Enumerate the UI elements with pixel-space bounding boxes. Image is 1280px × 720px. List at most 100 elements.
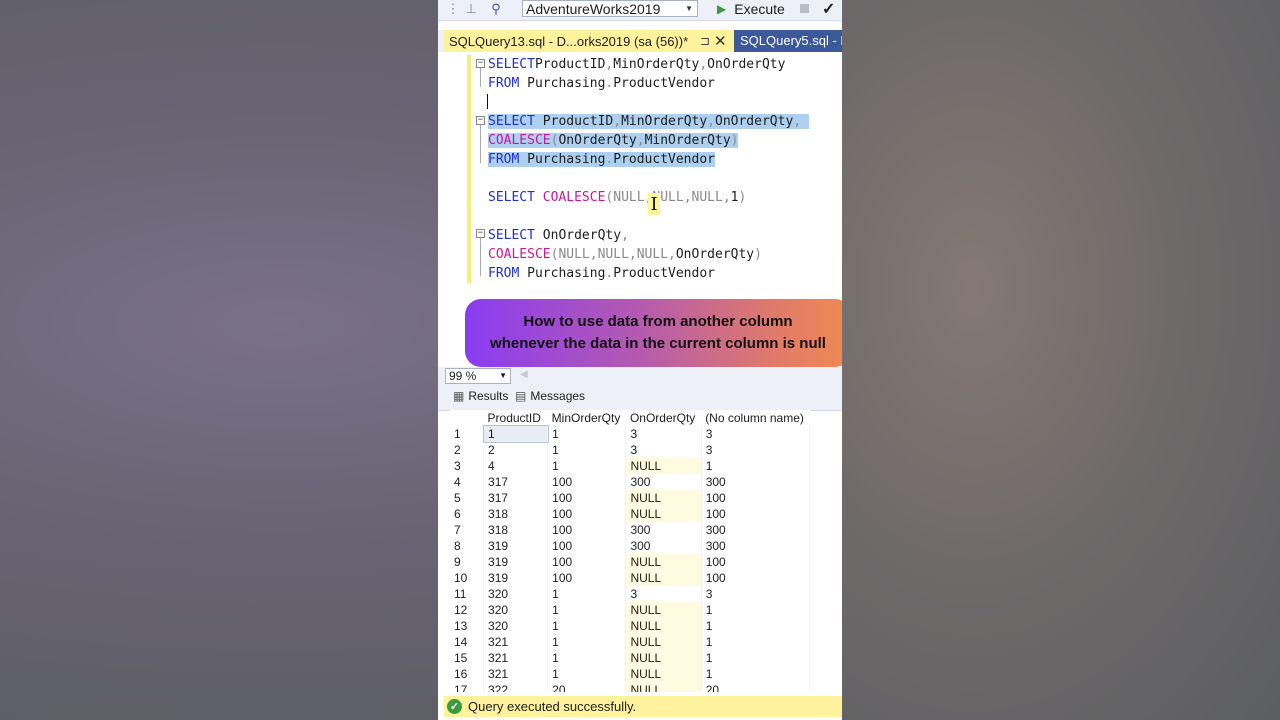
grid-cell[interactable]: 3 [701,586,810,602]
grid-cell[interactable]: 3 [701,426,810,442]
table-row[interactable]: 22133 [450,442,810,458]
grid-cell[interactable]: NULL [625,666,702,682]
grid-cell[interactable]: 100 [547,538,627,554]
scroll-left-icon[interactable]: ◀ [520,369,528,380]
grid-cell[interactable]: NULL [625,650,702,666]
grid-cell[interactable]: 1 [701,618,810,634]
grid-cell[interactable]: 321 [483,666,549,682]
grid-cell[interactable]: NULL [625,458,702,474]
row-number-cell[interactable]: 1 [450,426,485,442]
table-row[interactable]: 10 319 100 NULL 100 [450,570,810,586]
grid-cell[interactable]: 3 [625,426,702,442]
grid-cell[interactable]: 317 [483,474,549,490]
row-number-cell[interactable]: 5 [450,490,485,506]
tab-sqlquery5[interactable]: SQLQuery5.sql - D [734,30,842,52]
grid-cell[interactable]: 318 [483,506,549,522]
grid-cell[interactable]: 321 [483,650,549,666]
code-line[interactable]: SELECT COALESCE(NULL,NULL,NULL,1) [488,188,746,207]
grid-cell[interactable]: NULL [625,490,702,506]
table-row[interactable]: 11 320 1 3 3 [450,586,810,602]
grid-cell[interactable]: 1 [701,458,810,474]
grid-cell[interactable]: NULL [625,602,702,618]
grid-cell[interactable]: NULL [625,618,702,634]
table-row[interactable]: 14 321 1 NULL 1 [450,634,810,650]
table-row[interactable]: 3 4 1 NULL 1 [450,458,810,474]
grid-cell[interactable]: 3 [625,586,702,602]
grid-cell[interactable]: 322 [483,682,549,692]
code-line[interactable]: SELECT OnOrderQty, [488,226,629,245]
pin-icon[interactable]: ⊐ [700,30,710,53]
row-number-cell[interactable]: 12 [450,602,485,618]
grid-cell[interactable]: 318 [483,522,549,538]
grid-cell[interactable]: NULL [625,506,702,522]
grid-cell[interactable]: 100 [547,554,627,570]
grid-cell[interactable]: 1 [547,618,627,634]
collapse-icon[interactable]: − [476,229,485,238]
row-number-cell[interactable]: 10 [450,570,485,586]
grid-cell[interactable]: NULL [625,682,702,692]
row-number-cell[interactable]: 9 [450,554,485,570]
grid-cell[interactable]: 319 [483,554,549,570]
tab-results[interactable]: ▦ Results [453,389,508,403]
connect-icon[interactable]: ⚲ [488,0,504,18]
grid-cell[interactable]: 1 [701,666,810,682]
grid-cell[interactable]: NULL [625,570,702,586]
grid-cell[interactable]: 319 [483,570,549,586]
grid-cell[interactable]: 300 [701,538,810,554]
code-line[interactable]: COALESCE(NULL,NULL,NULL,OnOrderQty) [488,245,762,264]
zoom-select[interactable]: 99 % ▼ [445,368,511,384]
grid-cell[interactable]: 2 [483,442,549,458]
column-header[interactable]: (No column name) [701,410,809,426]
close-icon[interactable]: ✕ [714,30,727,53]
table-row[interactable]: 16 321 1 NULL 1 [450,666,810,682]
table-row[interactable]: 12 320 1 NULL 1 [450,602,810,618]
row-number-cell[interactable]: 14 [450,634,485,650]
grid-cell[interactable]: 300 [625,522,702,538]
grid-cell[interactable]: 1 [547,426,627,442]
grid-cell[interactable]: 1 [701,650,810,666]
table-row[interactable]: 5 317 100 NULL 100 [450,490,810,506]
column-header[interactable]: MinOrderQty [548,410,626,426]
grid-cell[interactable]: 100 [701,570,810,586]
grid-cell[interactable]: 1 [547,586,627,602]
grid-cell[interactable]: 100 [547,506,627,522]
table-row[interactable]: 13 320 1 NULL 1 [450,618,810,634]
grid-cell[interactable]: 300 [701,522,810,538]
grid-cell[interactable]: 317 [483,490,549,506]
database-select[interactable]: AdventureWorks2019 ▼ [522,0,698,17]
grid-cell[interactable]: 4 [483,458,549,474]
row-number-cell[interactable]: 17 [450,682,485,692]
column-header[interactable]: ProductID [484,410,548,426]
grid-cell[interactable]: 1 [547,666,627,682]
grid-cell[interactable]: 3 [625,442,702,458]
grid-cell[interactable]: 321 [483,634,549,650]
column-header[interactable]: OnOrderQty [626,410,701,426]
grid-cell[interactable]: NULL [625,554,702,570]
row-number-cell[interactable]: 6 [450,506,485,522]
grid-cell[interactable]: 1 [547,458,627,474]
row-number-cell[interactable]: 8 [450,538,485,554]
grid-cell[interactable]: 320 [483,602,549,618]
grid-cell[interactable]: 319 [483,538,549,554]
table-row[interactable]: 4 317 100 300 300 [450,474,810,490]
grid-cell[interactable]: 100 [547,474,627,490]
grid-cell[interactable]: 3 [701,442,810,458]
grid-cell[interactable]: 20 [547,682,627,692]
code-line[interactable]: FROM Purchasing.ProductVendor [488,74,715,93]
grid-cell[interactable]: 100 [701,490,810,506]
grid-cell[interactable]: 320 [483,618,549,634]
grid-cell[interactable]: 1 [547,634,627,650]
table-row[interactable]: 7 318 100 300 300 [450,522,810,538]
grid-cell[interactable]: 1 [547,442,627,458]
grid-cell[interactable]: 20 [701,682,810,692]
results-grid[interactable]: ProductID MinOrderQty OnOrderQty (No col… [450,410,810,692]
row-number-cell[interactable]: 4 [450,474,485,490]
grid-cell[interactable]: 1 [547,650,627,666]
grid-cell[interactable]: 100 [547,522,627,538]
stop-icon[interactable] [800,4,809,13]
parse-check-icon[interactable]: ✓ [822,0,835,19]
grid-cell[interactable]: 300 [625,538,702,554]
pin-tool-icon[interactable]: ⊥ [464,0,478,18]
grid-cell[interactable]: 100 [701,554,810,570]
grid-cell[interactable]: NULL [625,634,702,650]
